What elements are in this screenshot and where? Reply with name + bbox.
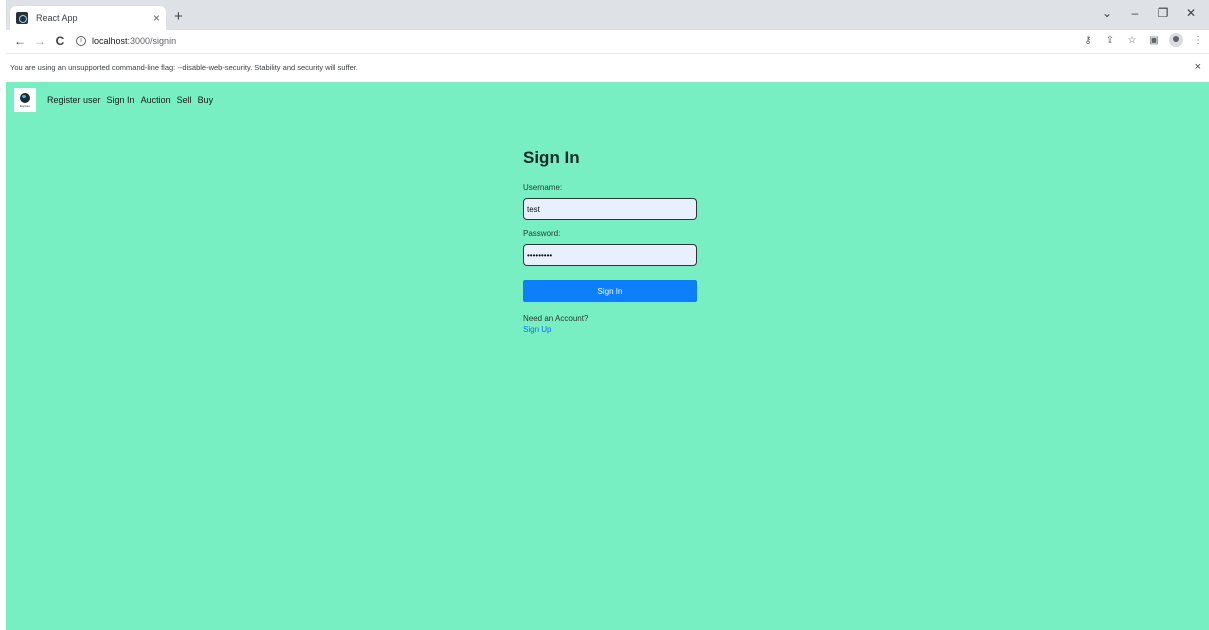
address-bar[interactable]: i localhost:3000/signin	[76, 32, 176, 50]
need-account-text: Need an Account?	[523, 314, 589, 323]
nav-link-buy[interactable]: Buy	[198, 95, 214, 105]
browser-window: React App × + ⌄ – ❐ ✕ ← → C i localhost:…	[6, 0, 1209, 630]
page-viewport: Explore Register user Sign In Auction Se…	[6, 82, 1209, 630]
signin-form: Sign In Username: Password: Sign In Need…	[523, 148, 697, 334]
star-icon[interactable]: ☆	[1125, 35, 1139, 46]
url-host: localhost	[92, 36, 128, 46]
nav-link-auction[interactable]: Auction	[141, 95, 171, 105]
sidepanel-icon[interactable]: ▣	[1147, 35, 1161, 46]
favicon-icon	[16, 12, 28, 24]
nav-link-sign-in[interactable]: Sign In	[107, 95, 135, 105]
password-label: Password:	[523, 229, 561, 238]
password-input[interactable]	[523, 244, 697, 266]
tab-search-icon[interactable]: ⌄	[1093, 6, 1121, 20]
close-window-button[interactable]: ✕	[1177, 6, 1205, 20]
back-arrow-icon[interactable]: ←	[10, 34, 30, 48]
nav-link-sell[interactable]: Sell	[177, 95, 192, 105]
forward-arrow-icon[interactable]: →	[30, 34, 50, 48]
share-icon[interactable]: ⇪	[1103, 35, 1117, 46]
sign-up-link[interactable]: Sign Up	[523, 325, 697, 334]
logo-text: Explore	[19, 103, 31, 108]
username-input[interactable]	[523, 198, 697, 220]
globe-icon	[20, 92, 30, 103]
menu-icon[interactable]: ⋮	[1191, 35, 1205, 46]
tab-react-app[interactable]: React App ×	[10, 6, 166, 30]
tab-title: React App	[36, 13, 78, 23]
username-label: Username:	[523, 183, 563, 192]
tab-strip: React App × + ⌄ – ❐ ✕	[6, 0, 1209, 30]
minimize-button[interactable]: –	[1121, 6, 1149, 20]
reload-icon[interactable]: C	[50, 34, 70, 48]
window-controls: ⌄ – ❐ ✕	[1093, 6, 1205, 20]
infobar-text: You are using an unsupported command-lin…	[10, 63, 358, 72]
new-tab-button[interactable]: +	[174, 8, 183, 25]
url-path: :3000/signin	[127, 36, 177, 46]
site-info-icon[interactable]: i	[76, 36, 86, 46]
site-logo[interactable]: Explore	[14, 88, 36, 112]
sign-in-button[interactable]: Sign In	[523, 280, 697, 302]
url-text: localhost:3000/signin	[92, 36, 176, 46]
browser-toolbar: ← → C i localhost:3000/signin ⚷ ⇪ ☆ ▣ ⋮	[6, 30, 1209, 52]
restore-button[interactable]: ❐	[1149, 6, 1177, 20]
key-icon[interactable]: ⚷	[1081, 35, 1095, 46]
infobar-close-icon[interactable]: ×	[1195, 61, 1201, 73]
tab-close-icon[interactable]: ×	[153, 11, 160, 25]
warning-infobar: You are using an unsupported command-lin…	[6, 53, 1209, 81]
page-title: Sign In	[523, 148, 580, 167]
site-navbar: Explore Register user Sign In Auction Se…	[14, 88, 213, 112]
nav-links: Register user Sign In Auction Sell Buy	[47, 95, 213, 105]
profile-icon[interactable]	[1169, 33, 1183, 47]
toolbar-actions: ⚷ ⇪ ☆ ▣ ⋮	[1081, 33, 1205, 47]
nav-link-register-user[interactable]: Register user	[47, 95, 101, 105]
